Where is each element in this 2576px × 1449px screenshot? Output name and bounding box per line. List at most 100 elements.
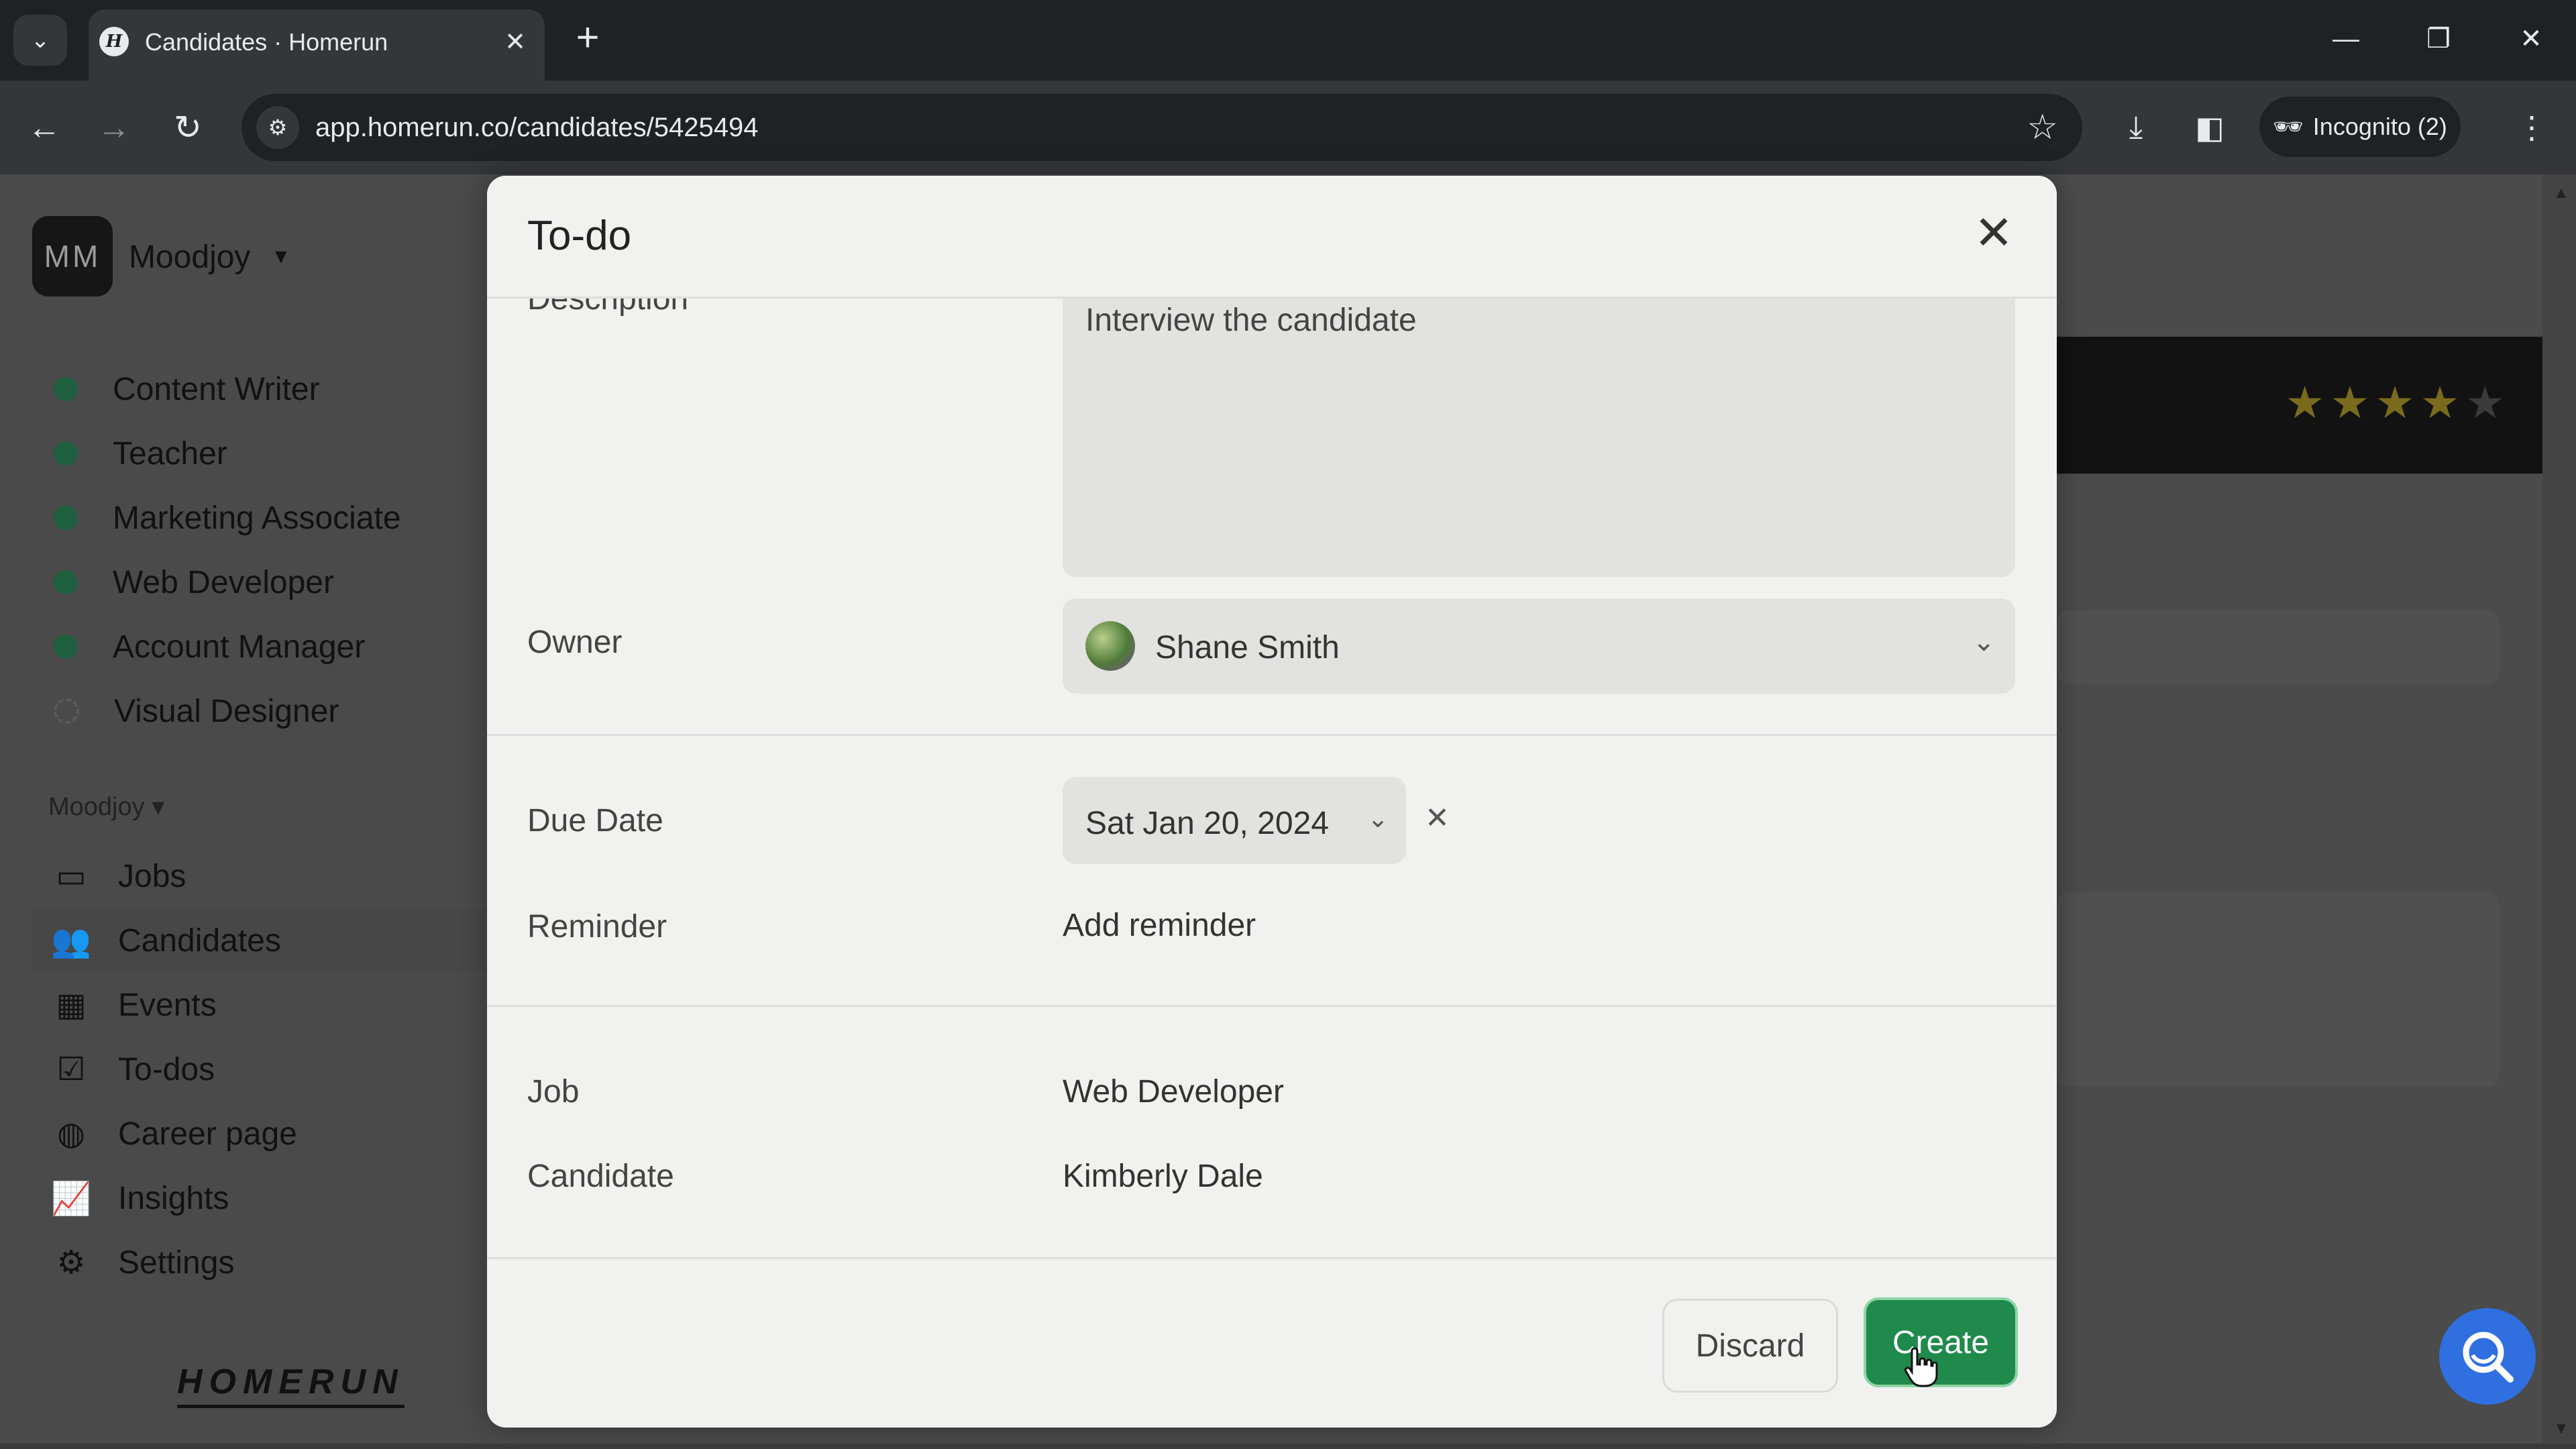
- calendar-icon: ▦: [56, 987, 87, 1023]
- gear-icon: ⚙: [56, 1245, 86, 1281]
- bottom-edge: [0, 1444, 2576, 1449]
- background-card: [2057, 892, 2500, 1087]
- sidebar-nav-settings[interactable]: ⚙ Settings: [32, 1232, 488, 1293]
- owner-label: Owner: [527, 625, 623, 660]
- bookmark-star-icon[interactable]: ☆: [2027, 107, 2058, 148]
- caret-down-icon[interactable]: ▼: [271, 246, 291, 268]
- due-date-picker[interactable]: Sat Jan 20, 2024 ⌄: [1063, 777, 1406, 864]
- star-filled-icon[interactable]: ★: [2375, 377, 2414, 429]
- close-icon[interactable]: ✕: [1968, 209, 2019, 260]
- sidebar-nav-jobs[interactable]: ▭ Jobs: [32, 845, 488, 907]
- homerun-logo: HOMERUN: [177, 1362, 405, 1408]
- avatar: [1085, 621, 1135, 671]
- star-filled-icon[interactable]: ★: [2285, 377, 2324, 429]
- due-date-value: Sat Jan 20, 2024: [1085, 806, 1329, 841]
- sidebar-nav-candidates[interactable]: 👥 Candidates: [32, 910, 488, 971]
- back-arrow-icon[interactable]: ←: [17, 101, 71, 154]
- star-empty-icon[interactable]: ★: [2465, 377, 2505, 429]
- help-search-button[interactable]: [2439, 1308, 2536, 1405]
- candidate-hero: ★ ★ ★ ★ ★: [2057, 337, 2542, 474]
- briefcase-icon: ▭: [56, 859, 87, 894]
- minimize-icon[interactable]: —: [2316, 12, 2376, 66]
- divider: [487, 1257, 2057, 1259]
- checkbox-icon: ☑: [56, 1052, 86, 1087]
- status-dot-icon: [54, 635, 78, 659]
- status-dot-icon: [54, 441, 78, 466]
- chart-line-icon: 📈: [51, 1181, 91, 1217]
- browser-menu-icon[interactable]: ⋮: [2505, 101, 2559, 154]
- forward-arrow-icon[interactable]: →: [87, 101, 141, 154]
- divider: [487, 1005, 2057, 1007]
- candidate-rating[interactable]: ★ ★ ★ ★ ★: [2285, 377, 2505, 429]
- scroll-up-icon[interactable]: ▲: [2553, 184, 2569, 203]
- tab-close-icon[interactable]: ✕: [498, 24, 533, 59]
- description-textarea[interactable]: Interview the candidate: [1063, 276, 2015, 577]
- address-bar[interactable]: ⚙ app.homerun.co/candidates/5425494 ☆: [241, 94, 2082, 161]
- status-dot-icon: [54, 377, 78, 401]
- modal-header: To-do ✕: [487, 176, 2057, 299]
- todo-modal: To-do ✕ Description Interview the candid…: [487, 176, 2057, 1428]
- status-dot-icon: [54, 506, 78, 530]
- add-reminder-link[interactable]: Add reminder: [1063, 907, 1256, 944]
- incognito-indicator[interactable]: 🕶 Incognito (2): [2259, 97, 2461, 157]
- status-dot-icon: [54, 570, 78, 594]
- candidate-value: Kimberly Dale: [1063, 1159, 1263, 1194]
- incognito-label: Incognito (2): [2312, 113, 2447, 140]
- people-icon: 👥: [51, 923, 91, 959]
- star-filled-icon[interactable]: ★: [2330, 377, 2369, 429]
- sidebar-section-label[interactable]: Moodjoy ▾: [48, 792, 164, 822]
- owner-value: Shane Smith: [1155, 630, 1340, 665]
- due-date-label: Due Date: [527, 803, 663, 839]
- sidebar-job-teacher[interactable]: Teacher: [54, 433, 227, 474]
- hand-cursor-icon: [1904, 1347, 1938, 1387]
- description-value: Interview the candidate: [1085, 303, 1417, 338]
- address-url[interactable]: app.homerun.co/candidates/5425494: [315, 113, 759, 143]
- tab-title: Candidates · Homerun: [145, 28, 388, 56]
- sidebar-job-account-manager[interactable]: Account Manager: [54, 627, 365, 667]
- job-label: Job: [527, 1074, 580, 1110]
- browser-tab-strip: ⌄ H Candidates · Homerun ✕ + — ❐ ✕: [0, 0, 2576, 80]
- sidebar: MM Moodjoy ▼ Content Writer Teacher Mark…: [0, 174, 488, 1449]
- search-icon: [2463, 1332, 2514, 1383]
- chevron-down-icon: ⌄: [30, 28, 50, 53]
- sidebar-job-marketing-associate[interactable]: Marketing Associate: [54, 498, 401, 538]
- modal-title: To-do: [527, 213, 632, 259]
- side-panel-icon[interactable]: ◧: [2183, 101, 2237, 154]
- chevron-down-icon: ⌄: [1972, 627, 1995, 657]
- sidebar-nav-events[interactable]: ▦ Events: [32, 974, 488, 1036]
- discard-button[interactable]: Discard: [1662, 1299, 1838, 1393]
- reminder-label: Reminder: [527, 909, 667, 945]
- restore-icon[interactable]: ❐: [2408, 12, 2469, 66]
- candidate-panel-background: ★ ★ ★ ★ ★: [2057, 174, 2576, 1449]
- site-settings-icon[interactable]: ⚙: [256, 106, 299, 149]
- browser-tab[interactable]: H Candidates · Homerun ✕: [89, 9, 545, 80]
- org-avatar[interactable]: MM: [32, 216, 113, 297]
- job-value: Web Developer: [1063, 1074, 1284, 1110]
- window-close-icon[interactable]: ✕: [2501, 12, 2561, 66]
- globe-icon: ◍: [57, 1116, 85, 1152]
- homerun-favicon-icon: H: [99, 27, 129, 56]
- sidebar-nav-to-dos[interactable]: ☑ To-dos: [32, 1038, 488, 1100]
- page-scrollbar[interactable]: [2542, 174, 2576, 1449]
- reload-icon[interactable]: ↻: [161, 101, 215, 154]
- create-button[interactable]: Create: [1864, 1297, 2018, 1387]
- sidebar-job-visual-designer[interactable]: Visual Designer: [54, 691, 339, 731]
- incognito-icon: 🕶: [2273, 113, 2304, 140]
- new-tab-icon[interactable]: +: [568, 17, 608, 59]
- chevron-down-icon: ⌄: [1367, 805, 1389, 833]
- draft-dot-icon: [54, 698, 79, 724]
- tab-search-button[interactable]: ⌄: [13, 15, 67, 66]
- browser-toolbar: ← → ↻ ⚙ app.homerun.co/candidates/542549…: [0, 80, 2576, 174]
- owner-select[interactable]: Shane Smith ⌄: [1063, 598, 2015, 694]
- sidebar-job-content-writer[interactable]: Content Writer: [54, 369, 320, 409]
- clear-date-icon[interactable]: ✕: [1425, 801, 1450, 835]
- sidebar-nav-career-page[interactable]: ◍ Career page: [32, 1103, 488, 1165]
- star-filled-icon[interactable]: ★: [2420, 377, 2460, 429]
- candidate-label: Candidate: [527, 1159, 674, 1194]
- sidebar-job-web-developer[interactable]: Web Developer: [54, 562, 334, 602]
- sidebar-nav-insights[interactable]: 📈 Insights: [32, 1167, 488, 1229]
- download-icon[interactable]: ⤓: [2109, 101, 2163, 154]
- org-name[interactable]: Moodjoy: [129, 239, 250, 276]
- scroll-down-icon[interactable]: ▼: [2553, 1419, 2569, 1438]
- divider: [487, 734, 2057, 736]
